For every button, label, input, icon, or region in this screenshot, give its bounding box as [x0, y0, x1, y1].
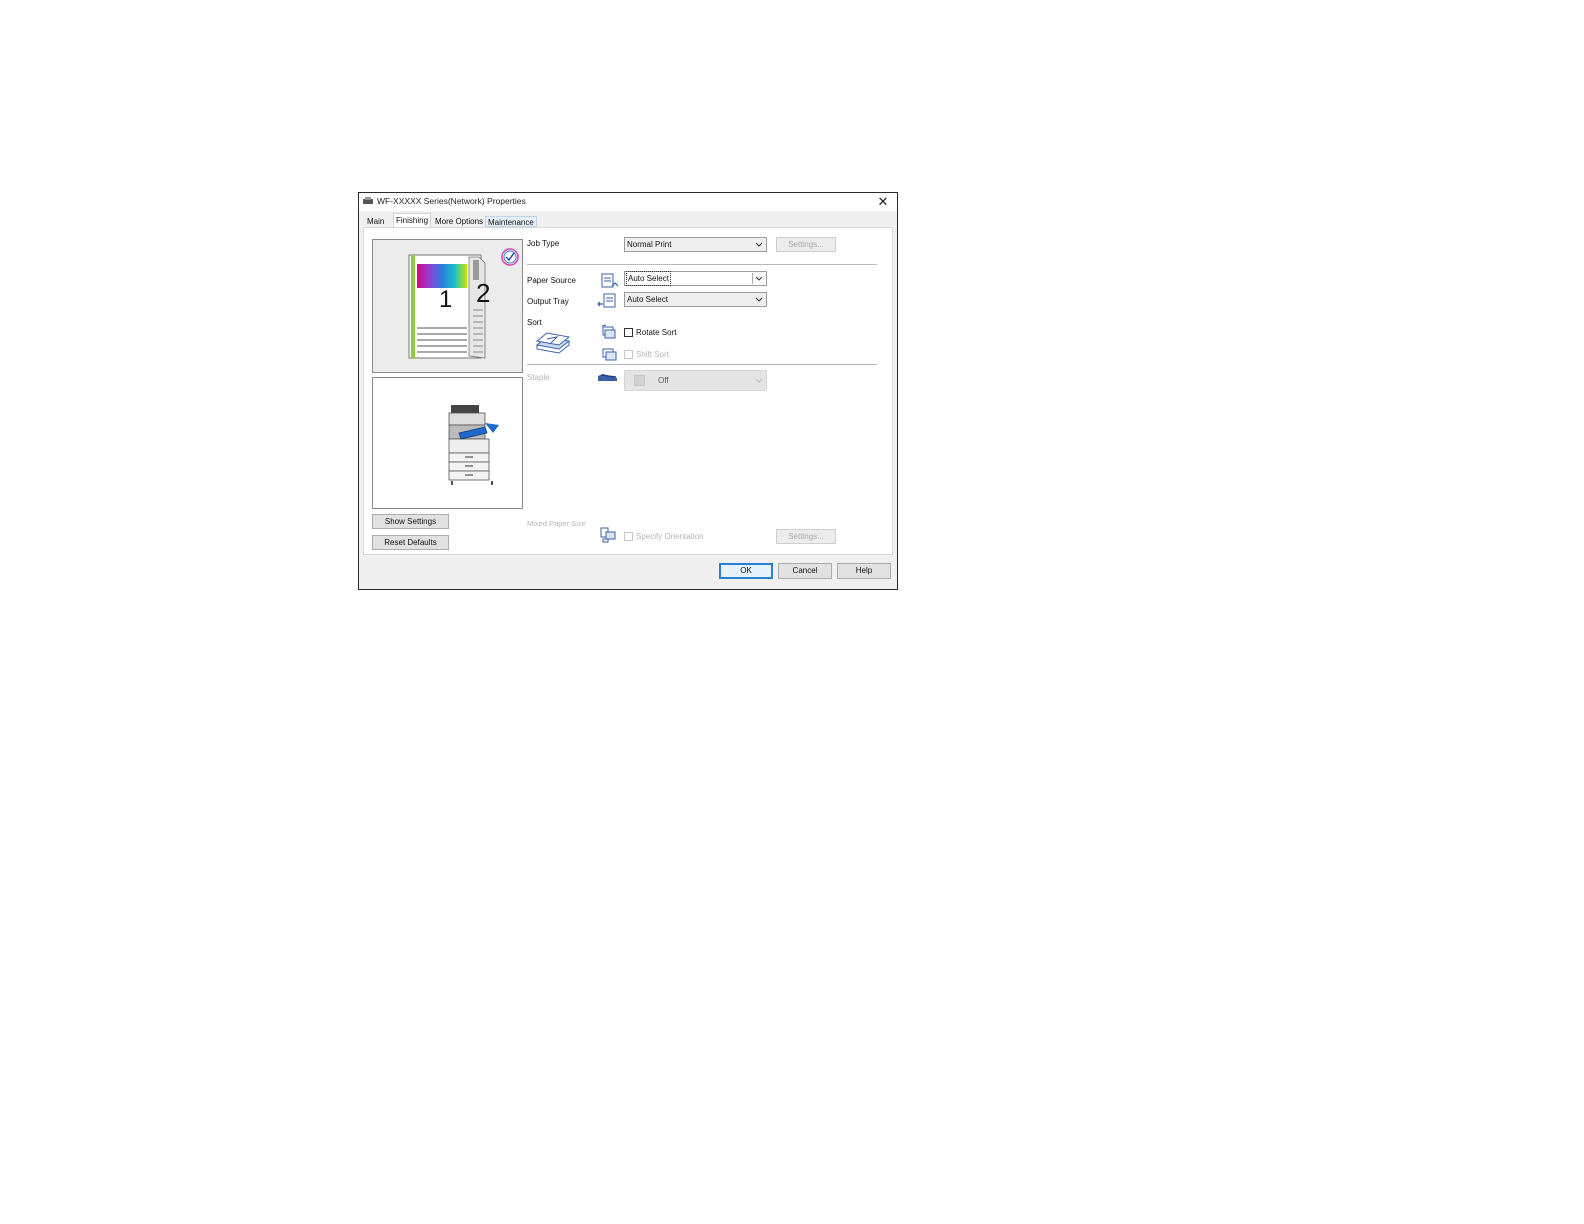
job-type-value: Normal Print — [627, 240, 672, 249]
title-bar: WF-XXXXX Series(Network) Properties ✕ — [359, 193, 897, 211]
rotate-sort-checkbox[interactable] — [624, 328, 633, 337]
divider — [527, 364, 877, 365]
chevron-down-icon — [755, 242, 763, 247]
sort-stack-icon — [535, 332, 571, 354]
paper-source-select[interactable]: Auto Select — [624, 271, 767, 286]
chevron-down-icon — [755, 276, 763, 281]
close-icon[interactable]: ✕ — [875, 194, 891, 209]
staple-value: Off — [658, 376, 669, 385]
rotate-sort-icon — [601, 324, 616, 339]
job-type-select[interactable]: Normal Print — [624, 237, 767, 252]
finishing-panel: 1 2 Show Settings Reset Defaults Job Typ… — [363, 227, 893, 555]
specify-orientation-label: Specify Orientation — [636, 532, 704, 541]
output-tray-label: Output Tray — [527, 297, 569, 306]
staple-off-icon — [634, 375, 645, 386]
staple-select[interactable]: Off — [624, 370, 767, 391]
orientation-icon — [600, 527, 616, 543]
chevron-down-icon — [755, 378, 763, 383]
printer-illustration — [448, 405, 499, 485]
reset-defaults-button[interactable]: Reset Defaults — [372, 535, 449, 550]
paper-source-icon — [601, 273, 619, 288]
stapler-icon — [598, 374, 617, 381]
job-type-label: Job Type — [527, 239, 560, 248]
output-tray-value: Auto Select — [627, 295, 668, 304]
cancel-button[interactable]: Cancel — [778, 563, 832, 579]
help-button[interactable]: Help — [837, 563, 891, 579]
shift-sort-label: Shift Sort — [636, 350, 669, 359]
shift-sort-icon — [602, 348, 617, 361]
paper-source-value: Auto Select — [626, 271, 671, 286]
output-tray-icon — [597, 293, 616, 308]
show-settings-button[interactable]: Show Settings — [372, 514, 449, 529]
tab-maintenance[interactable]: Maintenance — [485, 216, 537, 227]
mixed-paper-size-label: Mixed Paper Size — [527, 519, 586, 528]
tab-more-options[interactable]: More Options — [433, 216, 485, 227]
job-type-settings-button[interactable]: Settings... — [776, 237, 836, 252]
ok-button[interactable]: OK — [719, 563, 773, 579]
mixed-paper-settings-button[interactable]: Settings... — [776, 529, 836, 544]
tab-main[interactable]: Main — [365, 216, 386, 227]
tab-finishing[interactable]: Finishing — [393, 213, 431, 228]
staple-label: Staple — [527, 373, 550, 382]
paper-source-label: Paper Source — [527, 276, 576, 285]
divider — [527, 264, 877, 265]
printer-preview — [372, 377, 523, 509]
rotate-sort-label: Rotate Sort — [636, 328, 677, 337]
layout-preview: 1 2 — [372, 239, 523, 373]
shift-sort-checkbox[interactable] — [624, 350, 633, 359]
printer-properties-dialog: WF-XXXXX Series(Network) Properties ✕ Ma… — [358, 192, 898, 590]
page-number-1: 1 — [439, 286, 453, 313]
sort-label: Sort — [527, 318, 542, 327]
page-number-2: 2 — [476, 278, 491, 308]
window-title: WF-XXXXX Series(Network) Properties — [377, 196, 526, 206]
chevron-down-icon — [755, 297, 763, 302]
printer-app-icon — [363, 197, 373, 204]
specify-orientation-checkbox[interactable] — [624, 532, 633, 541]
output-tray-select[interactable]: Auto Select — [624, 292, 767, 307]
